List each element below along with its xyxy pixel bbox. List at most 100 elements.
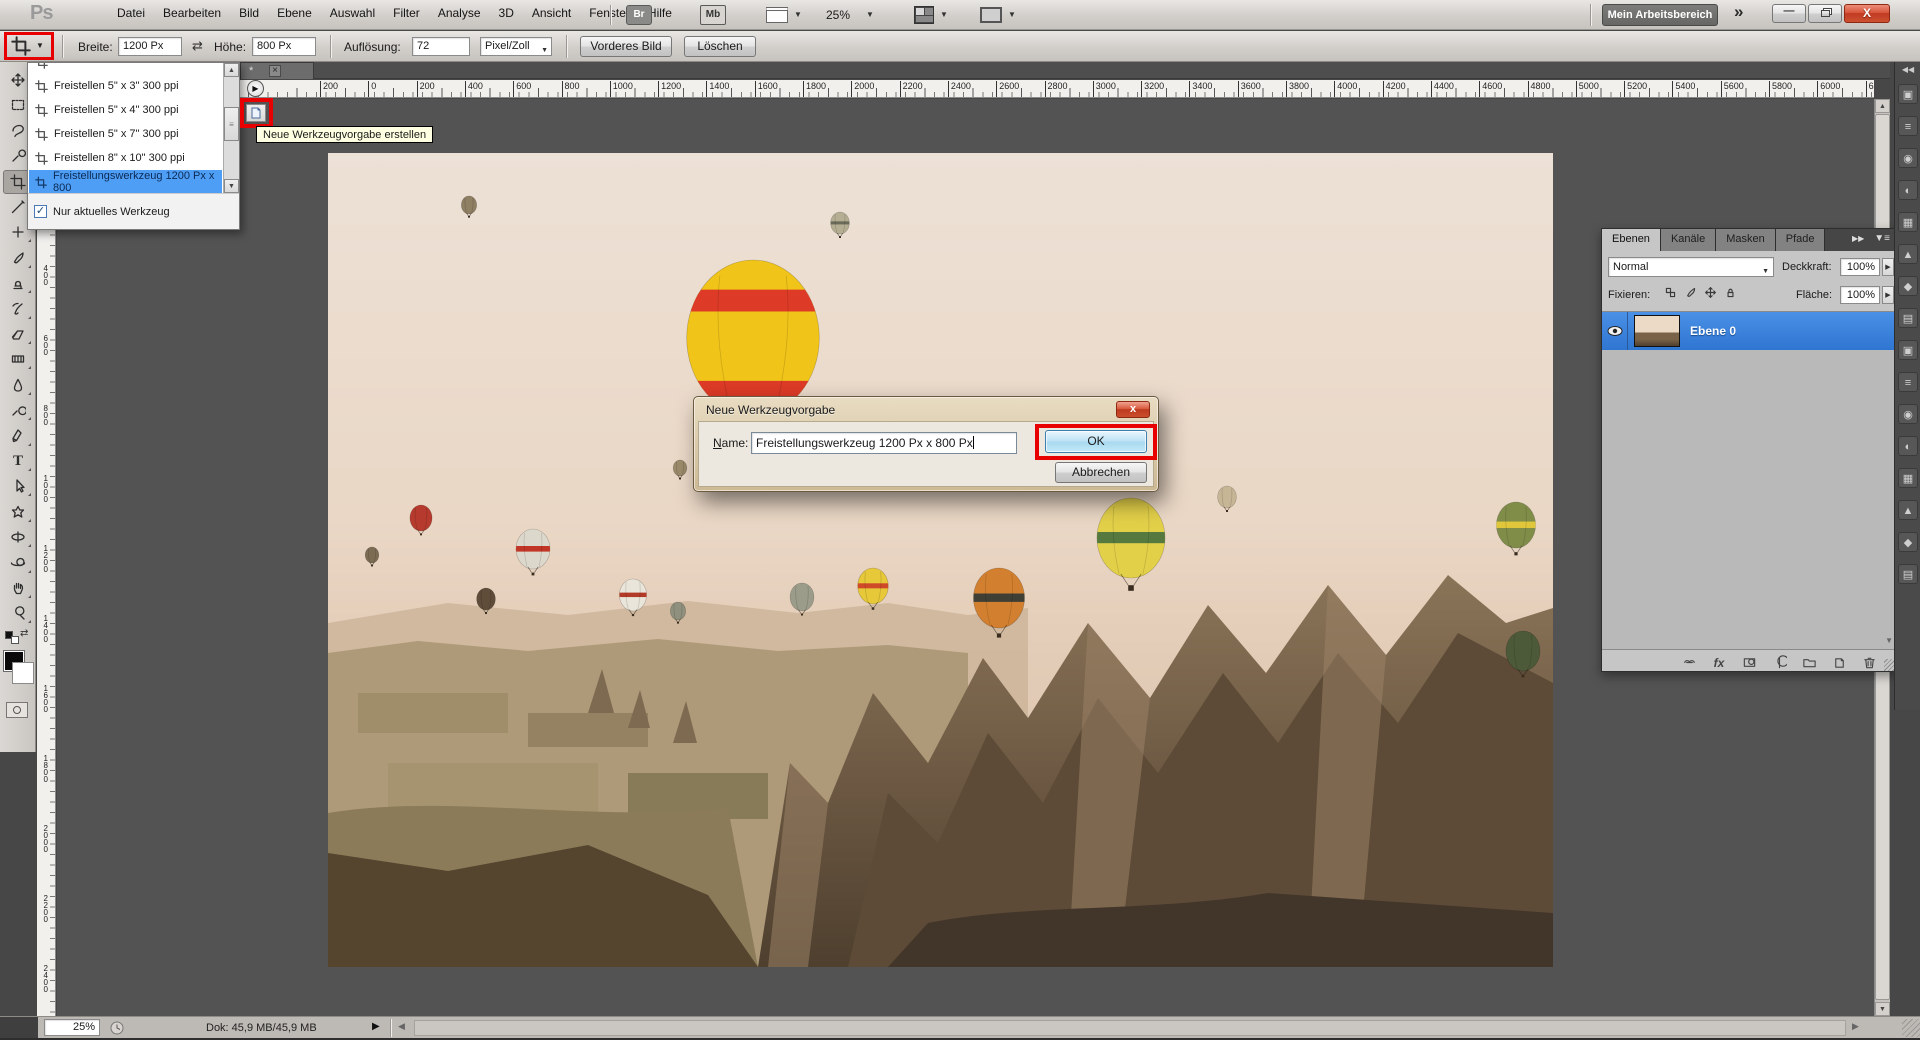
menu-item-analyse[interactable]: Analyse — [429, 3, 490, 23]
dock-panel-icon[interactable]: ◐ — [1898, 180, 1918, 200]
tool-history-brush[interactable] — [3, 297, 33, 321]
delete-button[interactable] — [1858, 652, 1880, 670]
document-tab-close-icon[interactable]: × — [269, 65, 281, 77]
loeschen-button[interactable]: Löschen — [684, 36, 756, 57]
hoehe-input[interactable]: 800 Px — [252, 37, 316, 56]
lock-checker-button[interactable] — [1662, 284, 1679, 301]
photo-canvas[interactable] — [328, 153, 1553, 967]
tool-clone-stamp[interactable] — [3, 271, 33, 295]
preset-name-input[interactable]: Freistellungswerkzeug 1200 Px x 800 Px — [751, 432, 1017, 454]
lock-brush-button[interactable] — [1682, 284, 1699, 301]
dock-panel-icon[interactable]: ▦ — [1898, 468, 1918, 488]
dock-panel-icon[interactable]: ▲ — [1898, 244, 1918, 264]
tool-3d-rotate[interactable] — [3, 525, 33, 549]
menu-item-bearbeiten[interactable]: Bearbeiten — [154, 3, 230, 23]
link-button[interactable] — [1678, 652, 1700, 670]
deckkraft-slider-arrow[interactable]: ▶ — [1882, 258, 1894, 276]
tab-pfade[interactable]: Pfade — [1776, 229, 1826, 251]
menu-item-ansicht[interactable]: Ansicht — [523, 3, 580, 23]
screen-mode-icon[interactable] — [980, 7, 1002, 23]
vertical-ruler[interactable]: 4 0 06 0 08 0 01 0 0 01 2 0 01 4 0 01 6 … — [37, 99, 56, 1016]
zoom-arrow[interactable]: ▼ — [866, 10, 874, 19]
preset-item[interactable]: Freistellen 8" x 10" 300 ppi — [29, 146, 222, 170]
dock-panel-icon[interactable]: ▤ — [1898, 308, 1918, 328]
minibridge-button[interactable]: Mb — [700, 5, 726, 25]
tool-eraser[interactable] — [3, 322, 33, 346]
dock-panel-icon[interactable]: ≡ — [1898, 372, 1918, 392]
layer-mask-button[interactable] — [1738, 652, 1760, 670]
current-tool-only-row[interactable]: ✓ Nur aktuelles Werkzeug — [28, 193, 239, 229]
workspace-overflow-chevron[interactable]: » — [1734, 2, 1743, 22]
tool-3d-orbit[interactable] — [3, 551, 33, 575]
tool-pen[interactable] — [3, 424, 33, 448]
flaeche-value[interactable]: 100% — [1840, 286, 1880, 304]
folder-button[interactable] — [1798, 652, 1820, 670]
tool-custom-shape[interactable] — [3, 500, 33, 524]
preset-scrollbar[interactable]: ▲ ≡ ▼ — [223, 63, 239, 193]
layer-visibility-cell[interactable] — [1602, 312, 1628, 350]
breite-input[interactable]: 1200 Px — [118, 37, 182, 56]
swap-dimensions-icon[interactable]: ⇄ — [192, 38, 203, 54]
preset-scroll-thumb[interactable]: ≡ — [224, 107, 239, 141]
layer-thumbnail[interactable] — [1634, 315, 1680, 347]
screen-mode-arrow[interactable]: ▼ — [1008, 10, 1016, 19]
dock-expand-chevron[interactable]: ◀◀ — [1895, 65, 1920, 74]
aufloesung-input[interactable]: 72 — [412, 37, 470, 56]
horizontal-ruler[interactable]: 2000200400600800100012001400160018002000… — [56, 80, 1874, 98]
tool-blur[interactable] — [3, 373, 33, 397]
flaeche-slider-arrow[interactable]: ▶ — [1882, 286, 1894, 304]
tool-path-selection[interactable] — [3, 474, 33, 498]
vorderes-bild-button[interactable]: Vorderes Bild — [580, 36, 672, 57]
unit-select[interactable]: Pixel/Zoll ▼ — [480, 37, 552, 56]
new-layer-button[interactable] — [1828, 652, 1850, 670]
status-flyout-arrow[interactable]: ▶ — [372, 1021, 380, 1032]
new-preset-button[interactable] — [246, 104, 266, 122]
window-close-button[interactable]: X — [1844, 4, 1890, 23]
fx-button[interactable]: fx — [1708, 652, 1730, 670]
menu-item-3d[interactable]: 3D — [490, 3, 523, 23]
view-extras-arrow[interactable]: ▼ — [794, 10, 802, 19]
dialog-close-button[interactable]: x — [1116, 401, 1150, 418]
scroll-down-arrow[interactable]: ▼ — [1875, 1002, 1890, 1016]
deckkraft-value[interactable]: 100% — [1840, 258, 1880, 276]
dock-panel-icon[interactable]: ▤ — [1898, 564, 1918, 584]
quick-mask-button[interactable] — [6, 702, 28, 718]
dock-panel-icon[interactable]: ▣ — [1898, 84, 1918, 104]
menu-item-ebene[interactable]: Ebene — [268, 3, 321, 23]
tool-brush[interactable] — [3, 246, 33, 270]
tool-hand[interactable] — [3, 576, 33, 600]
dock-panel-icon[interactable]: ▦ — [1898, 212, 1918, 232]
preset-panel-flyout-button[interactable]: ▶ — [247, 80, 264, 97]
crop-tool-preset-icon[interactable] — [11, 36, 31, 56]
hscroll-track[interactable] — [414, 1020, 1846, 1036]
preset-item[interactable]: Freistellen 5" x 7" 300 ppi — [29, 122, 222, 146]
dock-panel-icon[interactable]: ▲ — [1898, 500, 1918, 520]
hscroll-left-arrow[interactable]: ◀ — [398, 1021, 405, 1032]
window-restore-button[interactable] — [1808, 4, 1842, 23]
hscroll-right-arrow[interactable]: ▶ — [1852, 1021, 1859, 1032]
lock-lock-button[interactable] — [1722, 284, 1739, 301]
ok-button[interactable]: OK — [1045, 430, 1147, 453]
menu-item-datei[interactable]: Datei — [108, 3, 154, 23]
dock-panel-icon[interactable]: ≡ — [1898, 116, 1918, 136]
doc-size-info[interactable]: Dok: 45,9 MB/45,9 MB — [206, 1022, 317, 1034]
view-extras-icon[interactable] — [766, 7, 788, 23]
dock-panel-icon[interactable]: ◆ — [1898, 276, 1918, 296]
preset-item[interactable]: Freistellen 5" x 3" 300 ppi — [29, 74, 222, 98]
tool-preset-picker-arrow[interactable]: ▼ — [36, 41, 44, 50]
document-tab[interactable]: * × — [240, 62, 314, 79]
current-tool-only-checkbox[interactable]: ✓ — [34, 205, 47, 218]
preset-item[interactable] — [29, 63, 222, 74]
window-resize-grip[interactable] — [1902, 1019, 1920, 1037]
cancel-button[interactable]: Abbrechen — [1055, 462, 1147, 483]
layer-name[interactable]: Ebene 0 — [1690, 324, 1736, 338]
layer-row-ebene0[interactable]: Ebene 0 — [1602, 312, 1896, 350]
blend-mode-select[interactable]: Normal ▼ — [1608, 257, 1774, 277]
workspace-button[interactable]: Mein Arbeitsbereich — [1602, 4, 1718, 26]
bridge-button[interactable]: Br — [626, 5, 652, 25]
scroll-up-arrow[interactable]: ▲ — [1875, 99, 1890, 113]
preset-item[interactable]: Freistellen 5" x 4" 300 ppi — [29, 98, 222, 122]
tool-type[interactable]: T — [3, 449, 33, 473]
dock-panel-icon[interactable]: ◉ — [1898, 148, 1918, 168]
menu-item-auswahl[interactable]: Auswahl — [321, 3, 384, 23]
